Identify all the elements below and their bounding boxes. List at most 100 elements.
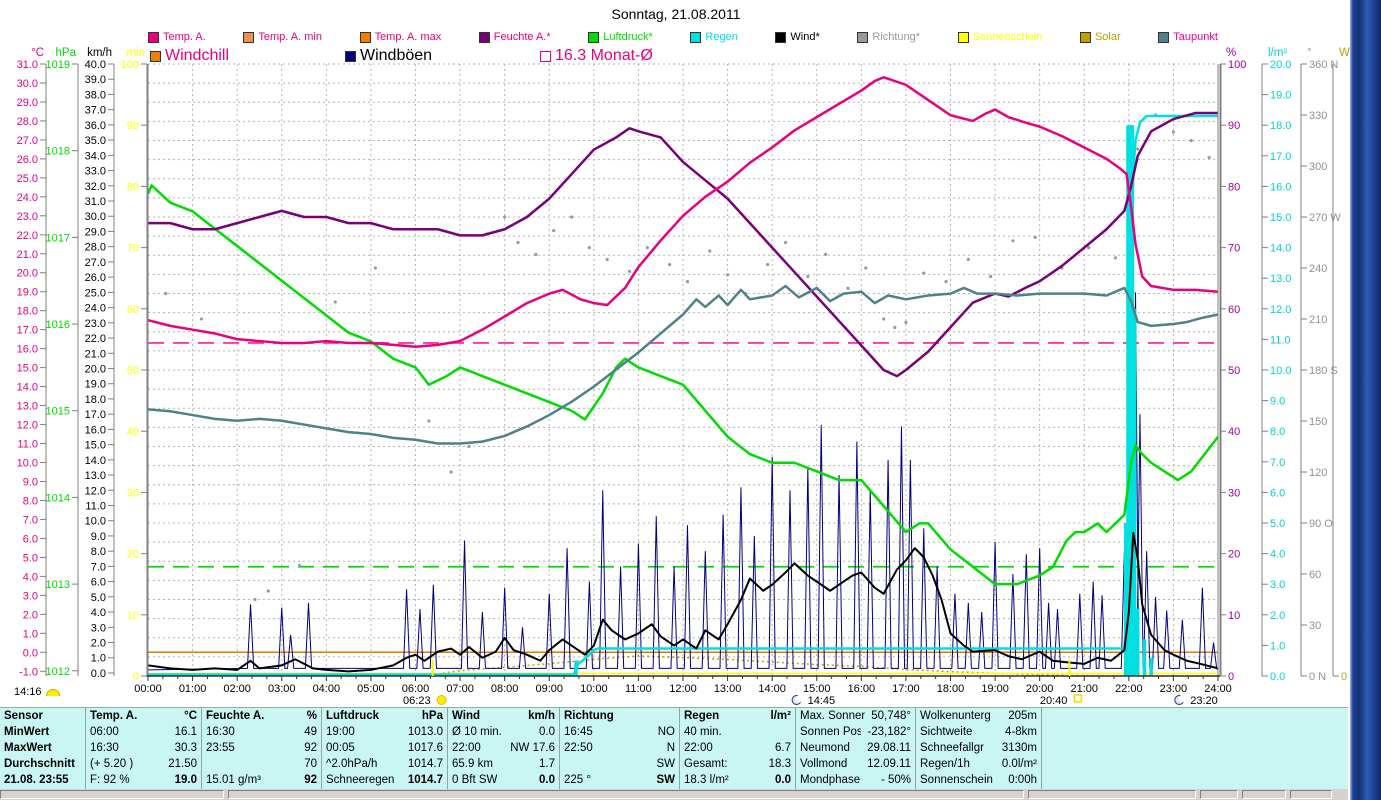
table-col-temp-a-: Temp. A. °C 06:00 16.1 16:30 30.3 (+ 5.20 ) 21.… (86, 708, 202, 789)
table-row: Schneefallgr 3130m (920, 741, 1037, 757)
axis-unit-hpa: hPa (56, 47, 77, 59)
svg-text:1019: 1019 (46, 59, 70, 71)
svg-text:60: 60 (1309, 569, 1321, 581)
svg-text:10: 10 (127, 610, 139, 622)
x-tick-label: 05:00 (357, 683, 385, 695)
cell-value: 49 (304, 726, 317, 738)
series-temp (147, 76, 1219, 349)
svg-text:50: 50 (127, 365, 139, 377)
svg-text:5.0: 5.0 (1270, 518, 1285, 530)
status-segment (0, 790, 224, 799)
status-segment (1290, 790, 1332, 799)
table-row: 22:00 NW 17.6 (452, 741, 555, 757)
svg-text:14.0: 14.0 (1270, 243, 1291, 255)
chart-canvas[interactable]: 31.0 30.0 29.0 28.0 27.0 26.0 25.0 24.0 23.0 22.0… (0, 0, 1381, 708)
cell-label: Sonnen Pos (800, 726, 862, 738)
window-border-right (1350, 0, 1381, 800)
svg-text:14.0: 14.0 (85, 455, 106, 467)
cell-value: 0.0 (539, 774, 555, 786)
x-tick-label: 15:00 (803, 683, 831, 695)
svg-text:150: 150 (1309, 416, 1327, 428)
axis-unit-min: min (126, 47, 145, 59)
cell-value: 16.1 (174, 726, 197, 738)
svg-text:2.0: 2.0 (23, 609, 38, 621)
cell-label: 19:00 (326, 726, 355, 738)
annotation-23:20: 23:20 (1190, 695, 1218, 707)
cell-label: Gesamt: (684, 758, 728, 770)
svg-text:30: 30 (127, 487, 139, 499)
svg-text:26.0: 26.0 (17, 154, 38, 166)
svg-text:6.0: 6.0 (23, 533, 38, 545)
cell-value: 18.3 (768, 758, 791, 770)
table-row: Temp. A. °C (90, 709, 197, 725)
svg-text:12.0: 12.0 (17, 420, 38, 432)
svg-text:14.0: 14.0 (17, 382, 38, 394)
cell-label: Richtung (564, 710, 614, 722)
table-row: 0 Bft SW 0.0 (452, 773, 555, 789)
svg-text:31.0: 31.0 (85, 196, 106, 208)
cell-label: MaxWert (4, 742, 52, 754)
table-row: 19:00 1013.0 (326, 725, 443, 741)
table-row: 00:05 1017.6 (326, 741, 443, 757)
cell-label: 225 ° (564, 774, 591, 786)
table-row: 16:30 30.3 (90, 741, 197, 757)
svg-text:7.0: 7.0 (23, 514, 38, 526)
svg-text:10: 10 (1228, 610, 1240, 622)
svg-text:21.0: 21.0 (17, 249, 38, 261)
x-tick-label: 10:00 (580, 683, 608, 695)
annotation-06:23: 06:23 (403, 695, 431, 707)
table-row: Sonnenschein 0:00h (920, 773, 1037, 789)
svg-text:29.0: 29.0 (85, 226, 106, 238)
svg-text:20.0: 20.0 (85, 363, 106, 375)
svg-text:3.0: 3.0 (23, 590, 38, 602)
x-tick-label: 21:00 (1070, 683, 1098, 695)
cell-value: 50,748° (871, 710, 911, 722)
cell-label: Ø 10 min. (452, 726, 502, 738)
table-row: 06:00 16.1 (90, 725, 197, 741)
svg-text:10.0: 10.0 (85, 516, 106, 528)
svg-text:30.0: 30.0 (17, 78, 38, 90)
table-row: MaxWert (4, 741, 81, 757)
svg-text:11.0: 11.0 (85, 500, 106, 512)
svg-text:90: 90 (127, 120, 139, 132)
table-row: Feuchte A.% (206, 709, 317, 725)
svg-text:1015: 1015 (46, 406, 70, 418)
table-row: Ø 10 min. 0.0 (452, 725, 555, 741)
x-tick-label: 14:00 (758, 683, 786, 695)
svg-text:6.0: 6.0 (91, 577, 106, 589)
x-tick-label: 03:00 (268, 683, 296, 695)
cell-value: 0.0 (775, 774, 791, 786)
cell-label: 21.08. 23:55 (4, 774, 69, 786)
cell-value: NO (657, 726, 675, 738)
x-tick-label: 13:00 (714, 683, 742, 695)
cell-value: 205m (1008, 710, 1037, 722)
table-col-empty (1042, 708, 1322, 789)
axis-unit-lm2: l/m² (1268, 47, 1287, 59)
cell-value: NW 17.6 (510, 742, 555, 754)
x-tick-label: 12:00 (669, 683, 697, 695)
svg-text:13.0: 13.0 (85, 470, 106, 482)
cell-value: -23,182° (867, 726, 911, 738)
cell-value: 12.09.11 (867, 758, 911, 770)
svg-text:24.0: 24.0 (17, 192, 38, 204)
svg-text:30.0: 30.0 (85, 211, 106, 223)
svg-text:30: 30 (1228, 487, 1240, 499)
x-tick-label: 20:00 (1026, 683, 1054, 695)
table-row: 21.08. 23:55 (4, 773, 81, 789)
table-col-richtung: Richtung 16:45 NO 22:50 N SW 225 ° SW (560, 708, 680, 789)
svg-text:270 W: 270 W (1309, 212, 1341, 224)
svg-text:1.0: 1.0 (1270, 640, 1285, 652)
svg-text:9.0: 9.0 (23, 476, 38, 488)
svg-text:19.0: 19.0 (85, 379, 106, 391)
svg-text:90: 90 (1228, 120, 1240, 132)
axis-unit-deg: ° (1307, 47, 1312, 59)
svg-text:120: 120 (1309, 467, 1327, 479)
table-col-misc: Wolkenunterg 205m Sichtweite 4-8km Schneefal… (916, 708, 1042, 789)
svg-text:80: 80 (127, 181, 139, 193)
table-row: 65.9 km 1.7 (452, 757, 555, 773)
cell-value: SW (656, 758, 675, 770)
svg-text:1017: 1017 (46, 232, 70, 244)
svg-text:7.0: 7.0 (1270, 457, 1285, 469)
moon-corner-annotation: 14:16 (14, 686, 60, 698)
cell-label: Luftdruck (326, 710, 380, 722)
